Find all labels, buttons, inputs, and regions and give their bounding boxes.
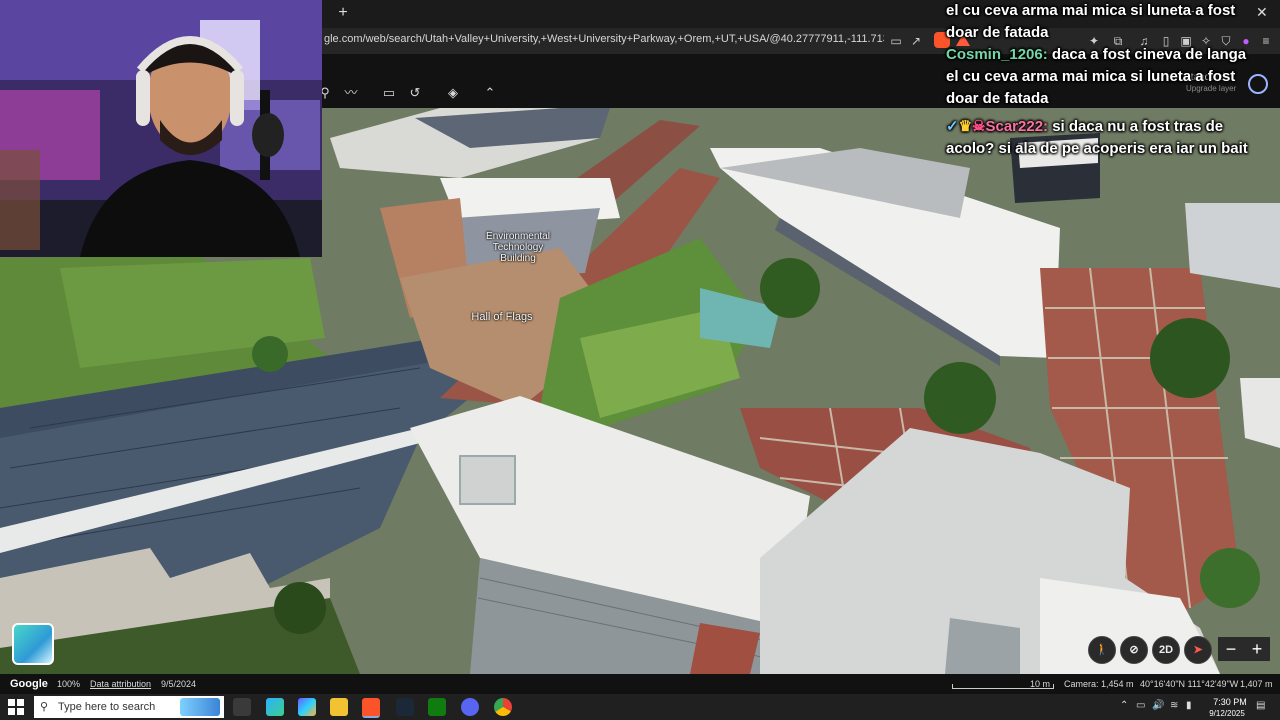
skull-badge-icon: ☠	[972, 118, 986, 135]
volume-icon[interactable]: 🔊	[1152, 700, 1164, 711]
search-highlight-icon	[180, 698, 220, 716]
chat-prev-line1: el cu ceva arma mai mica si luneta a fos…	[946, 2, 1236, 19]
chat-message-1: Cosmin_1206: daca a fost cineva de langa	[946, 44, 1276, 66]
battery-icon[interactable]: ▮	[1186, 700, 1192, 711]
notification-icon[interactable]: ▤	[1256, 700, 1265, 711]
compass-off-icon[interactable]: ⊘	[1120, 636, 1148, 664]
chat-prev-line2: doar de fatada	[946, 24, 1049, 41]
zoom-in-button[interactable]: +	[1244, 637, 1270, 661]
clock-time[interactable]: 7:30 PM	[1209, 697, 1251, 707]
chat-badge-icon: ✓	[946, 118, 959, 135]
data-attribution-link[interactable]: Data attribution	[90, 679, 151, 689]
crown-badge-icon: ♛	[958, 118, 973, 135]
tray-chevron-icon[interactable]: ⌃	[1120, 700, 1128, 711]
address-url-text[interactable]: gle.com/web/search/Utah+Valley+Universit…	[324, 33, 884, 45]
task-view-icon[interactable]	[233, 698, 251, 716]
layers-icon[interactable]: ◈	[444, 84, 462, 102]
chevron-up-icon[interactable]: ⌃	[481, 84, 499, 102]
building-label-line1: Environmental	[486, 231, 550, 242]
chat-text-2: si daca nu a fost tras de	[1052, 118, 1224, 135]
chrome-icon[interactable]	[494, 698, 512, 716]
cast-icon[interactable]: ▭	[888, 33, 904, 49]
chat-username-2: Scar222:	[985, 118, 1049, 135]
webcam-feed	[0, 0, 322, 257]
chat-username-1: Cosmin_1206:	[946, 46, 1048, 63]
search-icon: ⚲	[40, 701, 49, 713]
share-icon[interactable]: ↗	[908, 33, 924, 49]
history-icon[interactable]: ↺	[406, 84, 424, 102]
search-placeholder: Type here to search	[58, 701, 156, 713]
map-layers-thumbnail[interactable]	[12, 623, 54, 665]
chat-text-1b: el cu ceva arma mai mica si luneta a fos…	[946, 68, 1236, 85]
xbox-icon[interactable]	[428, 698, 446, 716]
elevation: 1,407 m	[1240, 679, 1273, 689]
toggle-2d-button[interactable]: 2D	[1152, 636, 1180, 664]
building-label-line2: Technology Building	[492, 242, 544, 264]
scale-bar	[952, 684, 1054, 689]
taskbar-search[interactable]: ⚲ Type here to search	[34, 696, 224, 718]
discord-icon[interactable]	[461, 698, 479, 716]
steam-icon[interactable]	[396, 698, 414, 716]
google-logo: Google	[10, 678, 48, 690]
chat-text-2b: acolo? si ala de pe acoperis era iar un …	[946, 140, 1248, 157]
chat-message-2: ✓♛☠Scar222: si daca nu a fost tras de	[946, 116, 1276, 138]
zoom-level: 100%	[57, 679, 81, 689]
new-tab-button[interactable]: +	[334, 4, 352, 22]
chat-overlay: el cu ceva arma mai mica si luneta a fos…	[946, 0, 1276, 160]
imagery-date: 9/5/2024	[161, 679, 197, 689]
chat-text-1: daca a fost cineva de langa	[1051, 46, 1247, 63]
wifi-icon[interactable]: ≋	[1170, 700, 1178, 711]
path-icon[interactable]: 〰	[342, 84, 360, 102]
building-label-environmental-technology[interactable]: Environmental Technology Building	[478, 231, 558, 264]
brave-icon[interactable]	[362, 698, 380, 718]
zoom-out-button[interactable]: −	[1218, 637, 1244, 661]
place-label-hall-of-flags[interactable]: Hall of Flags	[462, 311, 542, 323]
edge-icon[interactable]	[266, 698, 284, 716]
ruler-icon[interactable]: ▭	[380, 84, 398, 102]
clock-date[interactable]: 9/12/2025	[1203, 709, 1251, 718]
pegman-icon[interactable]: 🚶	[1088, 636, 1116, 664]
streamer-webcam	[0, 0, 322, 257]
windows-start-icon[interactable]	[8, 699, 24, 715]
camera-altitude: Camera: 1,454 m	[1064, 679, 1134, 689]
network-icon[interactable]: ▭	[1136, 700, 1145, 711]
compass-icon[interactable]: ➤	[1184, 636, 1212, 664]
map-footer: Google 100% Data attribution 9/5/2024 10…	[0, 674, 1280, 694]
coordinates: 40°16'40"N 111°42'49"W	[1140, 679, 1239, 689]
chat-text-1c: doar de fatada	[946, 90, 1049, 107]
copilot-icon[interactable]	[298, 698, 316, 716]
file-explorer-icon[interactable]	[330, 698, 348, 716]
